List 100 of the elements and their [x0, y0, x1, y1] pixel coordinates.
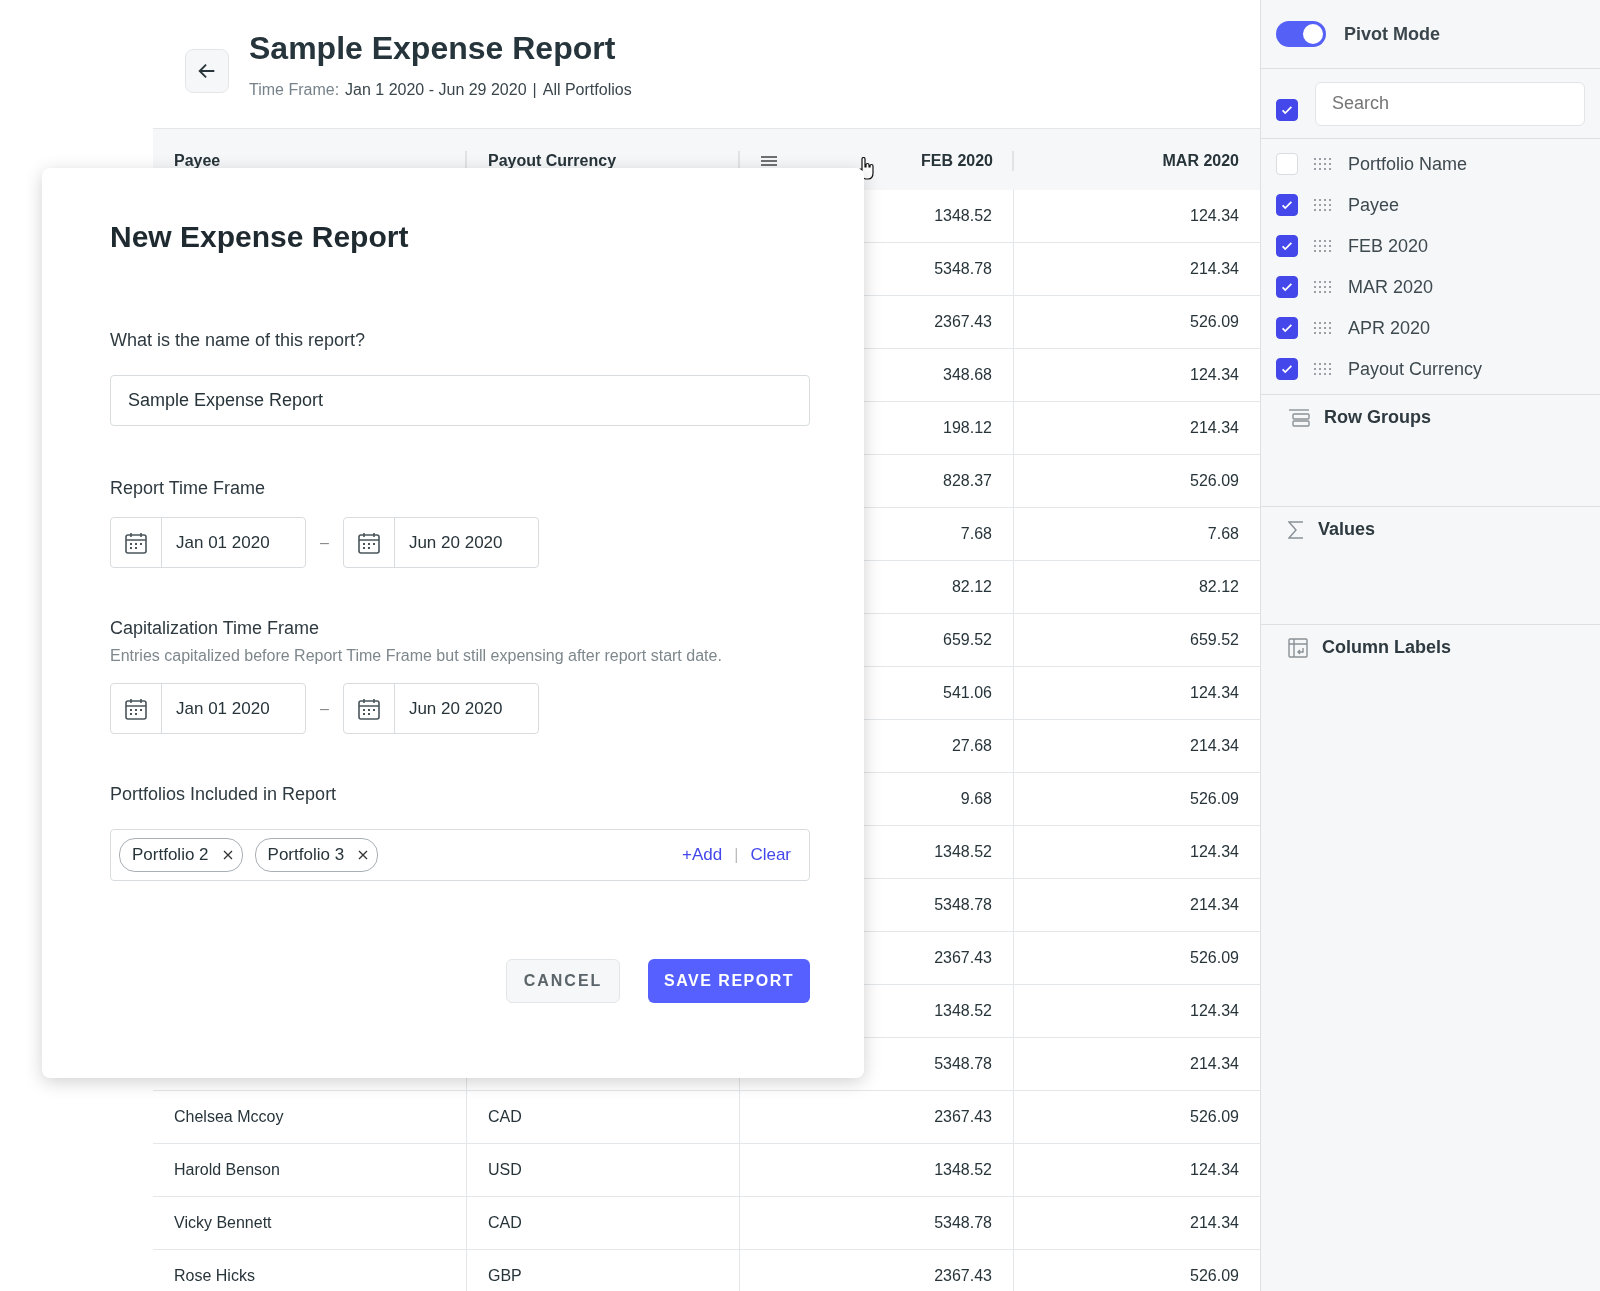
- table-cell: 1348.52: [934, 207, 992, 225]
- table-cell: 1348.52: [934, 1161, 992, 1179]
- tag-field[interactable]: Portfolio 2 Portfolio 3 +Add | Clear: [110, 829, 810, 881]
- drag-handle-icon[interactable]: [1313, 280, 1333, 294]
- table-cell: 214.34: [1190, 1055, 1239, 1073]
- pivot-mode-label: Pivot Mode: [1344, 23, 1440, 45]
- calendar-icon: [356, 696, 381, 721]
- date-field[interactable]: Jan 01 2020: [110, 683, 306, 734]
- section-title: Column Labels: [1322, 637, 1451, 658]
- search-field[interactable]: Search: [1315, 81, 1585, 126]
- date-field[interactable]: Jun 20 2020: [342, 683, 539, 734]
- column-header[interactable]: FEB 2020: [920, 152, 993, 170]
- checkbox[interactable]: [1276, 276, 1298, 298]
- date-field[interactable]: Jun 20 2020: [342, 517, 539, 568]
- page-title: Sample Expense Report: [249, 30, 617, 67]
- clear-link[interactable]: Clear: [750, 845, 791, 865]
- table-cell: 82.12: [1198, 578, 1239, 596]
- table-cell: CAD: [488, 1214, 522, 1232]
- column-option[interactable]: MAR 2020: [1348, 276, 1434, 298]
- field-label: Capitalization Time Frame: [110, 618, 320, 639]
- table-cell: 7.68: [1207, 525, 1239, 543]
- column-option[interactable]: Payout Currency: [1348, 358, 1483, 380]
- table-cell: 7.68: [960, 525, 992, 543]
- sigma-icon: [1288, 519, 1304, 540]
- time-frame-value: Jan 1 2020 - Jun 29 2020: [345, 81, 527, 99]
- field-description: Entries capitalized before Report Time Frame but still expensing after report start date.: [110, 647, 722, 665]
- table-cell: 214.34: [1190, 896, 1239, 914]
- drag-handle-icon[interactable]: [1313, 239, 1333, 253]
- table-cell: 526.09: [1190, 1267, 1239, 1285]
- menu-icon[interactable]: [761, 155, 777, 167]
- table-cell: 214.34: [1190, 1214, 1239, 1232]
- table-cell: 124.34: [1190, 684, 1239, 702]
- table-cell: 124.34: [1190, 366, 1239, 384]
- table-cell: Chelsea Mccoy: [174, 1108, 284, 1126]
- table-cell: 9.68: [960, 790, 992, 808]
- dialog-title: New Expense Report: [110, 220, 409, 254]
- table-cell: 828.37: [943, 472, 992, 490]
- checkbox[interactable]: [1276, 317, 1298, 339]
- table-cell: 659.52: [1190, 631, 1239, 649]
- table-cell: GBP: [488, 1267, 522, 1285]
- field-label: Portfolios Included in Report: [110, 784, 337, 805]
- drag-handle-icon[interactable]: [1313, 157, 1333, 171]
- section-title: Values: [1318, 519, 1376, 540]
- column-option[interactable]: APR 2020: [1348, 317, 1431, 339]
- drag-handle-icon[interactable]: [1313, 321, 1333, 335]
- column-header[interactable]: Payout Currency: [488, 152, 617, 170]
- column-header[interactable]: Payee: [174, 152, 221, 170]
- table-cell: 27.68: [951, 737, 992, 755]
- table-cell: 5348.78: [934, 1214, 992, 1232]
- close-icon[interactable]: [222, 850, 233, 860]
- column-option[interactable]: FEB 2020: [1348, 235, 1429, 257]
- add-link[interactable]: +Add: [682, 845, 723, 865]
- table-cell: 2367.43: [934, 313, 992, 331]
- table-cell: CAD: [488, 1108, 522, 1126]
- table-cell: 124.34: [1190, 1161, 1239, 1179]
- table-cell: 526.09: [1190, 472, 1239, 490]
- toggle-switch[interactable]: [1276, 21, 1326, 47]
- rows-icon: [1288, 407, 1310, 428]
- column-option[interactable]: Portfolio Name: [1348, 153, 1468, 175]
- cancel-button[interactable]: CANCEL: [506, 959, 620, 1003]
- column-option[interactable]: Payee: [1348, 194, 1400, 216]
- field-label: What is the name of this report?: [110, 330, 366, 351]
- table-cell: 2367.43: [934, 1108, 992, 1126]
- column-header[interactable]: MAR 2020: [1162, 152, 1239, 170]
- separator: |: [532, 81, 537, 99]
- calendar-icon: [124, 530, 148, 555]
- table-cell: 124.34: [1190, 1002, 1239, 1020]
- calendar-icon: [356, 530, 381, 555]
- section-title: Row Groups: [1324, 407, 1431, 428]
- checkbox[interactable]: [1276, 98, 1298, 121]
- table-cell: 526.09: [1190, 1108, 1239, 1126]
- table-cell: 5348.78: [934, 260, 992, 278]
- checkbox[interactable]: [1276, 235, 1298, 257]
- table-cell: 124.34: [1190, 843, 1239, 861]
- table-cell: 5348.78: [934, 896, 992, 914]
- input-field[interactable]: Sample Expense Report: [110, 375, 810, 426]
- drag-handle-icon[interactable]: [1313, 362, 1333, 376]
- table-cell: 1348.52: [934, 1002, 992, 1020]
- table-cell: 348.68: [943, 366, 992, 384]
- table-cell: 659.52: [943, 631, 992, 649]
- portfolio-tag: Portfolio 2: [119, 838, 243, 872]
- checkbox[interactable]: [1276, 358, 1298, 380]
- table-cell: 124.34: [1190, 207, 1239, 225]
- table-cell: 2367.43: [934, 949, 992, 967]
- field-label: Report Time Frame: [110, 478, 266, 499]
- drag-handle-icon[interactable]: [1313, 198, 1333, 212]
- back-button[interactable]: [185, 49, 229, 93]
- table-cell: 214.34: [1190, 737, 1239, 755]
- table-cell: 541.06: [943, 684, 992, 702]
- date-field[interactable]: Jan 01 2020: [110, 517, 306, 568]
- table-cell: 526.09: [1190, 949, 1239, 967]
- checkbox[interactable]: [1276, 194, 1298, 216]
- time-frame-label: Time Frame:: [249, 81, 340, 99]
- calendar-icon: [124, 696, 148, 721]
- table-cell: 526.09: [1190, 313, 1239, 331]
- range-separator: –: [320, 533, 329, 552]
- table-cell: 82.12: [951, 578, 992, 596]
- save-button[interactable]: SAVE REPORT: [648, 959, 810, 1003]
- portfolio-tag: Portfolio 3: [254, 838, 379, 872]
- close-icon[interactable]: [358, 850, 369, 860]
